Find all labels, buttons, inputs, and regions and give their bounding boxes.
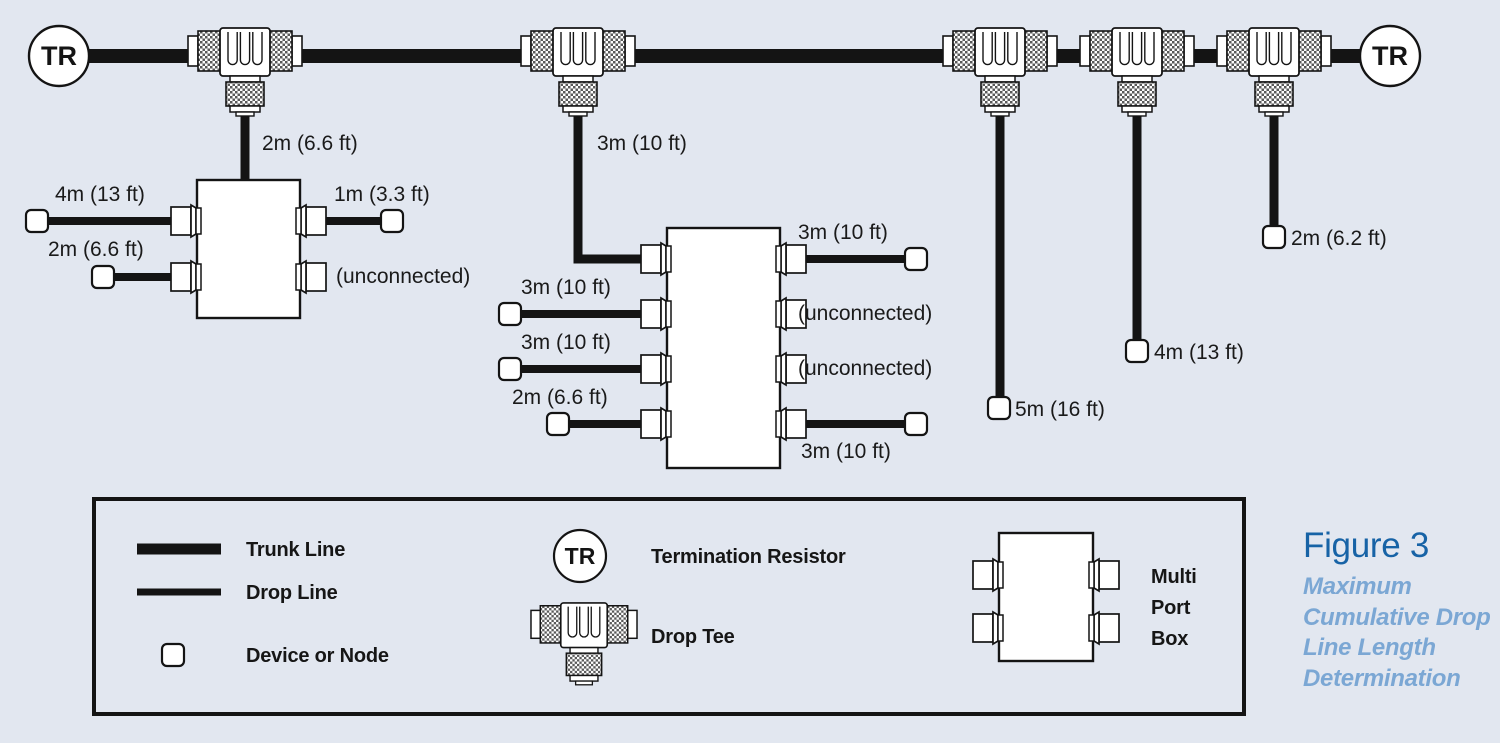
device-node-box2-left-3[interactable] <box>497 356 523 382</box>
legend-label-multi-port-box-2: Port <box>1151 597 1191 619</box>
drop-tee-3[interactable] <box>942 27 1058 117</box>
label-box2-left-4: 2m (6.6 ft) <box>512 386 608 409</box>
label-box2-left-3: 3m (10 ft) <box>521 331 611 354</box>
drop-tees-group <box>187 27 1332 117</box>
box1-port-left-1[interactable] <box>170 204 202 238</box>
label-box2-right-1: 3m (10 ft) <box>798 221 888 244</box>
label-box1-left-2: 2m (6.6 ft) <box>48 238 144 261</box>
box1-port-right-1[interactable] <box>295 204 327 238</box>
box2-port-right-4[interactable] <box>775 407 807 441</box>
label-box2-right-2: (unconnected) <box>798 302 933 325</box>
multi-port-box-2-body <box>665 226 782 470</box>
legend-drop-tee-swatch <box>530 602 638 686</box>
legend-device-node-swatch <box>160 642 186 668</box>
multi-port-box-1[interactable] <box>170 178 327 320</box>
label-box1-right-2: (unconnected) <box>336 265 471 288</box>
tr-right-label: TR <box>1372 41 1408 71</box>
drop-tee-5[interactable] <box>1216 27 1332 117</box>
legend-label-termination-resistor: Termination Resistor <box>651 546 846 568</box>
multi-port-box-1-body <box>195 178 302 320</box>
termination-resistor-right[interactable]: TR <box>1358 24 1422 88</box>
device-node-box1-left-2[interactable] <box>90 264 116 290</box>
device-node-box2-right-4[interactable] <box>903 411 929 437</box>
legend-multi-port-box-swatch <box>972 531 1120 663</box>
label-tee3-drop: 5m (16 ft) <box>1015 398 1105 421</box>
termination-resistor-left[interactable]: TR <box>27 24 91 88</box>
box2-port-left-3[interactable] <box>640 352 672 386</box>
network-topology-svg: TR TR TR <box>24 24 1422 716</box>
legend-label-drop-line: Drop Line <box>246 582 338 604</box>
legend-label-device-or-node: Device or Node <box>246 645 389 667</box>
box2-port-right-1[interactable] <box>775 242 807 276</box>
label-box2-right-4: 3m (10 ft) <box>801 440 891 463</box>
label-tee1-drop: 2m (6.6 ft) <box>262 132 358 155</box>
label-box2-left-2: 3m (10 ft) <box>521 276 611 299</box>
label-tee4-drop: 4m (13 ft) <box>1154 341 1244 364</box>
box1-port-left-2[interactable] <box>170 260 202 294</box>
legend-mpb-port-l2 <box>972 611 1004 645</box>
label-tee5-drop: 2m (6.2 ft) <box>1291 227 1387 250</box>
drop-tee-4[interactable] <box>1079 27 1195 117</box>
legend-mpb-port-r1 <box>1088 558 1120 592</box>
legend-label-drop-tee: Drop Tee <box>651 626 735 648</box>
figure-number: Figure 3 <box>1303 526 1429 565</box>
tr-left-label: TR <box>41 41 77 71</box>
box1-port-right-2[interactable] <box>295 260 327 294</box>
device-node-box2-right-1[interactable] <box>903 246 929 272</box>
device-node-box1-left-1[interactable] <box>24 208 50 234</box>
box2-port-left-4[interactable] <box>640 407 672 441</box>
device-node-box2-left-2[interactable] <box>497 301 523 327</box>
box2-port-left-2[interactable] <box>640 297 672 331</box>
device-node-tee3[interactable] <box>986 395 1012 421</box>
diagram-canvas: TR TR TR 2m (6.6 ft) 3m (10 ft) 5m (16 f… <box>0 0 1500 743</box>
legend-tr-label: TR <box>565 543 596 569</box>
legend-mpb-port-r2 <box>1088 611 1120 645</box>
legend-label-trunk-line: Trunk Line <box>246 539 346 561</box>
label-tee2-drop: 3m (10 ft) <box>597 132 687 155</box>
label-box1-right-1: 1m (3.3 ft) <box>334 183 430 206</box>
label-box2-right-3: (unconnected) <box>798 357 933 380</box>
multi-port-box-2[interactable] <box>640 226 807 470</box>
device-node-box1-right-1[interactable] <box>379 208 405 234</box>
device-node-box2-left-4[interactable] <box>545 411 571 437</box>
label-box1-left-1: 4m (13 ft) <box>55 183 145 206</box>
legend-label-multi-port-box-3: Box <box>1151 628 1189 650</box>
legend-mpb-port-l1 <box>972 558 1004 592</box>
drop-tee-2[interactable] <box>520 27 636 117</box>
legend-mpb-body <box>997 531 1095 663</box>
legend-box: TR <box>92 497 1246 716</box>
device-node-tee5[interactable] <box>1261 224 1287 250</box>
drop-tee-1[interactable] <box>187 27 303 117</box>
box2-port-left-1[interactable] <box>640 242 672 276</box>
legend-label-multi-port-box-1: Multi <box>1151 566 1197 588</box>
device-node-tee4[interactable] <box>1124 338 1150 364</box>
figure-subtitle: Maximum Cumulative Drop Line Length Dete… <box>1303 573 1491 693</box>
